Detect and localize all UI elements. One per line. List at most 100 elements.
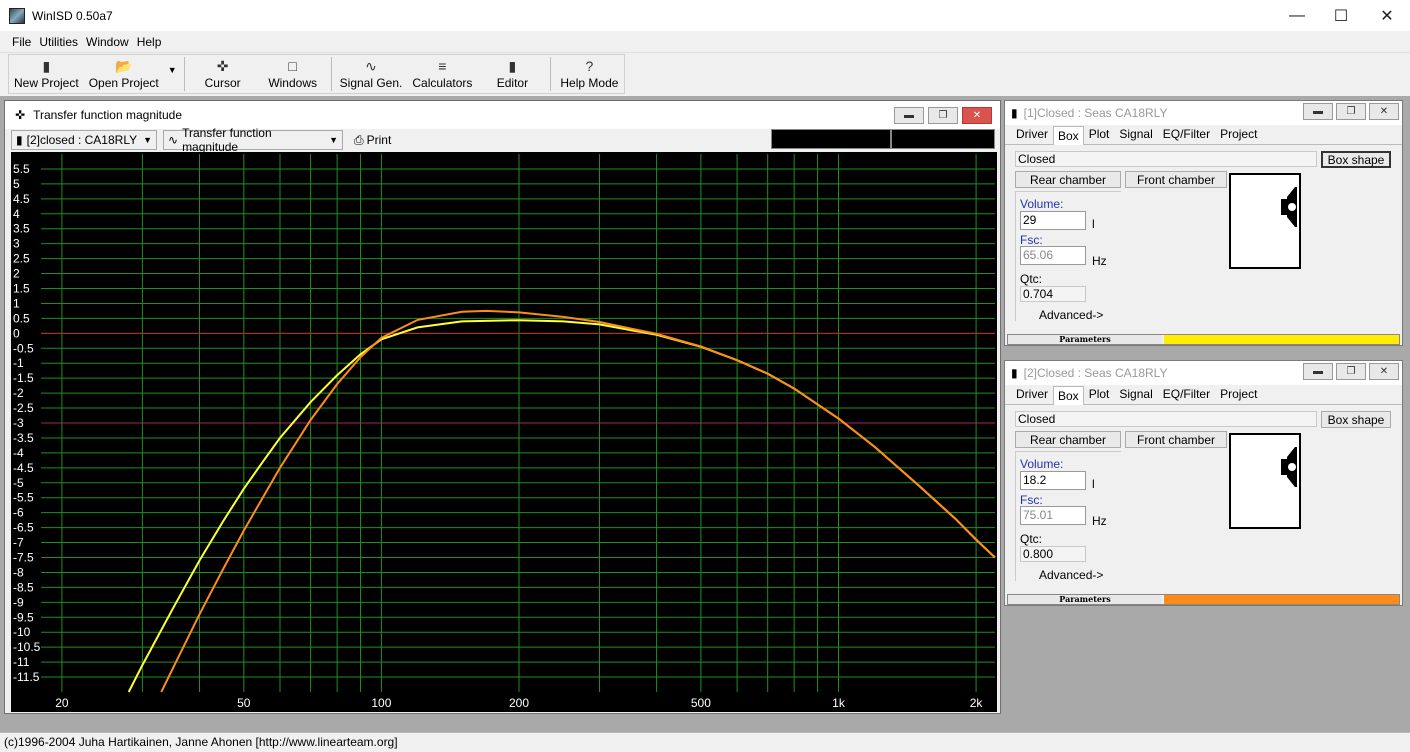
tab-plot[interactable]: Plot bbox=[1084, 384, 1115, 404]
menu-file[interactable]: File bbox=[8, 35, 35, 49]
graph-select-value: Transfer function magnitude bbox=[182, 126, 272, 154]
box-shape-preview bbox=[1229, 433, 1301, 529]
y-tick-label: 1.5 bbox=[13, 282, 30, 296]
speaker-icon: ▮ bbox=[1011, 366, 1018, 380]
menu-utilities[interactable]: Utilities bbox=[35, 35, 82, 49]
cursor-button[interactable]: ✜ Cursor bbox=[188, 55, 258, 93]
box-type-field: Closed bbox=[1015, 151, 1317, 167]
maximize-icon[interactable]: ☐ bbox=[1318, 0, 1364, 31]
minimize-icon[interactable]: — bbox=[1274, 0, 1320, 31]
print-button[interactable]: ⎙ Print bbox=[349, 130, 405, 150]
tf-minimize-button[interactable]: ▬ bbox=[894, 107, 924, 124]
y-tick-label: -5 bbox=[13, 476, 24, 490]
box-type-field: Closed bbox=[1015, 411, 1317, 427]
fsc-unit: Hz bbox=[1092, 254, 1107, 268]
transfer-function-window: ✜ Transfer function magnitude ▬ ❐ ✕ ▮ [2… bbox=[4, 100, 1001, 714]
tab-driver[interactable]: Driver bbox=[1011, 384, 1053, 404]
volume-label: Volume: bbox=[1020, 457, 1064, 471]
cursor-readout-y bbox=[891, 129, 995, 149]
y-tick-label: -0.5 bbox=[13, 341, 34, 355]
qtc-value: 0.704 bbox=[1020, 286, 1086, 302]
y-tick-label: -7 bbox=[13, 536, 24, 550]
volume-unit: l bbox=[1092, 217, 1095, 231]
param-1-restore-button[interactable]: ❐ bbox=[1336, 103, 1366, 120]
param-window-1: ▮ [1]Closed : Seas CA18RLY ▬ ❐ ✕ Driver … bbox=[1004, 100, 1403, 346]
open-folder-icon: 📂 bbox=[114, 58, 133, 74]
qtc-label: Qtc: bbox=[1020, 272, 1043, 286]
volume-input[interactable]: 18.2 bbox=[1020, 471, 1086, 490]
y-tick-label: 4.5 bbox=[13, 192, 30, 206]
y-tick-label: -10.5 bbox=[13, 640, 41, 654]
help-mode-button[interactable]: ? Help Mode bbox=[554, 55, 624, 93]
calculators-label: Calculators bbox=[412, 76, 473, 90]
y-tick-label: 0.5 bbox=[13, 311, 30, 325]
y-tick-label: -6.5 bbox=[13, 521, 34, 535]
fsc-unit: Hz bbox=[1092, 514, 1107, 528]
y-tick-label: -11.5 bbox=[13, 670, 40, 684]
tab-box[interactable]: Box bbox=[1053, 386, 1084, 405]
tab-project[interactable]: Project bbox=[1215, 384, 1262, 404]
rear-chamber-button[interactable]: Rear chamber bbox=[1015, 431, 1121, 448]
signal-gen-label: Signal Gen. bbox=[339, 76, 403, 90]
signal-gen-button[interactable]: ∿ Signal Gen. bbox=[335, 55, 408, 93]
y-tick-label: -8.5 bbox=[13, 580, 34, 594]
menu-help[interactable]: Help bbox=[133, 35, 166, 49]
tab-signal[interactable]: Signal bbox=[1114, 384, 1157, 404]
param-2-close-button[interactable]: ✕ bbox=[1369, 363, 1399, 380]
close-icon[interactable]: ✕ bbox=[1364, 0, 1410, 31]
volume-unit: l bbox=[1092, 477, 1095, 491]
tab-signal[interactable]: Signal bbox=[1114, 124, 1157, 144]
param-1-close-button[interactable]: ✕ bbox=[1369, 103, 1399, 120]
tf-close-button[interactable]: ✕ bbox=[962, 107, 992, 124]
param-2-minimize-button[interactable]: ▬ bbox=[1303, 363, 1333, 380]
y-tick-label: -8 bbox=[13, 565, 24, 579]
volume-input[interactable]: 29 bbox=[1020, 211, 1086, 230]
y-tick-label: -3 bbox=[13, 416, 24, 430]
y-tick-label: 1 bbox=[13, 296, 20, 310]
advanced-button[interactable]: Advanced-> bbox=[1039, 568, 1103, 582]
tab-project[interactable]: Project bbox=[1215, 124, 1262, 144]
crosshair-icon: ✜ bbox=[216, 58, 229, 74]
editor-button[interactable]: ▮ Editor bbox=[477, 55, 547, 93]
plot-area[interactable]: 5.5 5 4.5 4 3.5 3 2.5 2 1.5 1 0.5 0 -0.5 -1 -1.5 -2 -2.5… bbox=[11, 152, 997, 712]
fsc-label: Fsc: bbox=[1020, 493, 1043, 507]
tab-eq-filter[interactable]: EQ/Filter bbox=[1158, 384, 1215, 404]
tf-toolbar: ▮ [2]closed : CA18RLY ▼ ∿ Transfer funct… bbox=[11, 126, 997, 154]
tab-driver[interactable]: Driver bbox=[1011, 124, 1053, 144]
toolbar-separator bbox=[183, 57, 185, 91]
param-2-restore-button[interactable]: ❐ bbox=[1336, 363, 1366, 380]
box-shape-button[interactable]: Box shape bbox=[1321, 151, 1391, 168]
advanced-button[interactable]: Advanced-> bbox=[1039, 308, 1103, 322]
y-tick-label: -4 bbox=[13, 446, 24, 460]
x-tick-label: 100 bbox=[371, 696, 391, 710]
open-project-dropdown[interactable]: ▼ bbox=[164, 55, 181, 93]
front-chamber-button[interactable]: Front chamber bbox=[1125, 431, 1227, 448]
menu-window[interactable]: Window bbox=[82, 35, 133, 49]
tab-eq-filter[interactable]: EQ/Filter bbox=[1158, 124, 1215, 144]
chevron-down-icon: ▼ bbox=[143, 135, 152, 145]
rear-chamber-button[interactable]: Rear chamber bbox=[1015, 171, 1121, 188]
y-tick-label: 3.5 bbox=[13, 222, 30, 236]
windows-button[interactable]: □ Windows bbox=[258, 55, 328, 93]
project-select[interactable]: ▮ [2]closed : CA18RLY ▼ bbox=[11, 130, 157, 150]
tab-box[interactable]: Box bbox=[1053, 126, 1084, 145]
calculators-button[interactable]: ≡ Calculators bbox=[407, 55, 477, 93]
param-1-minimize-button[interactable]: ▬ bbox=[1303, 103, 1333, 120]
y-tick-label: 2 bbox=[13, 267, 20, 281]
box-shape-button[interactable]: Box shape bbox=[1321, 411, 1391, 428]
project-select-value: [2]closed : CA18RLY bbox=[26, 133, 138, 147]
y-tick-label: -6 bbox=[13, 506, 24, 520]
open-project-button[interactable]: 📂 Open Project bbox=[84, 55, 164, 93]
speaker-icon: ▮ bbox=[1011, 106, 1018, 120]
front-chamber-button[interactable]: Front chamber bbox=[1125, 171, 1227, 188]
y-tick-label: -10 bbox=[13, 625, 31, 639]
dropdown-arrow-icon: ▼ bbox=[167, 65, 177, 75]
tab-plot[interactable]: Plot bbox=[1084, 124, 1115, 144]
volume-label: Volume: bbox=[1020, 197, 1064, 211]
x-tick-label: 200 bbox=[509, 696, 529, 710]
tf-restore-button[interactable]: ❐ bbox=[928, 107, 958, 124]
new-project-button[interactable]: ▮ New Project bbox=[9, 55, 84, 93]
param-window-2: ▮ [2]Closed : Seas CA18RLY ▬ ❐ ✕ Driver … bbox=[1004, 360, 1403, 606]
transfer-function-chart[interactable]: 5.554.543.532.521.510.50-0.5-1-1.5-2-2.5… bbox=[11, 152, 997, 712]
graph-select[interactable]: ∿ Transfer function magnitude ▼ bbox=[163, 126, 343, 154]
